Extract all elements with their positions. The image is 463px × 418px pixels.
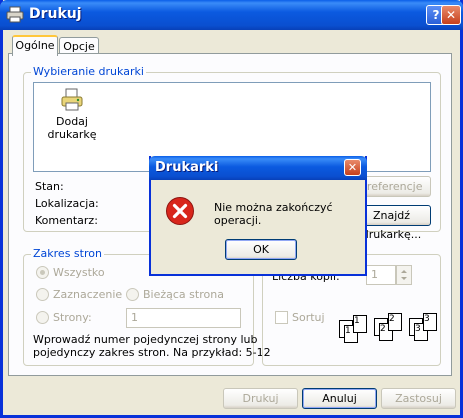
add-printer-item[interactable]: Dodaj drukarkę xyxy=(46,88,98,141)
close-button[interactable]: ✕ xyxy=(441,5,461,25)
selection-label: Zaznaczenie xyxy=(53,288,123,301)
error-icon xyxy=(166,197,194,225)
current-page-radio[interactable] xyxy=(126,288,139,301)
printer-select-group-label: Wybieranie drukarki xyxy=(31,65,146,78)
error-message: Nie można zakończyć operacji. xyxy=(214,201,333,227)
page-range-hint-2: pojedynczy zakres stron. Na przykład: 5-… xyxy=(33,346,271,359)
error-dialog-close-button[interactable]: ✕ xyxy=(344,159,361,176)
error-dialog: Drukarki ✕ Nie można zakończyć operacji.… xyxy=(149,156,367,276)
cancel-button[interactable]: Anuluj xyxy=(302,388,377,409)
print-button[interactable]: Drukuj xyxy=(223,388,298,409)
page-icon: 1 xyxy=(353,315,367,333)
add-printer-icon xyxy=(61,88,83,111)
copies-input[interactable]: 1 xyxy=(366,265,396,285)
selection-radio[interactable] xyxy=(36,288,49,301)
page-range-hint-1: Wprowadź numer pojedynczej strony lub xyxy=(33,333,258,346)
page-icon: 2 xyxy=(388,313,402,331)
add-printer-label-1: Dodaj xyxy=(56,115,88,128)
error-dialog-title: Drukarki xyxy=(155,160,219,175)
pages-input[interactable]: 1 xyxy=(126,308,241,328)
all-pages-label: Wszystko xyxy=(53,266,105,279)
collate-checkbox[interactable] xyxy=(275,311,288,324)
ok-button[interactable]: OK xyxy=(225,239,297,260)
status-label: Stan: xyxy=(35,180,64,193)
page-range-group-label: Zakres stron xyxy=(31,247,104,260)
spinner-arrows-icon xyxy=(401,270,407,280)
collate-label: Sortuj xyxy=(292,311,325,324)
pages-radio[interactable] xyxy=(36,311,49,324)
apply-button[interactable]: Zastosuj xyxy=(381,388,456,409)
error-dialog-title-bar[interactable]: Drukarki ✕ xyxy=(149,156,367,180)
pages-label: Strony: xyxy=(53,311,92,324)
location-label: Lokalizacja: xyxy=(35,197,99,210)
add-printer-label-2: drukarkę xyxy=(47,128,97,141)
window-title: Drukuj xyxy=(29,6,82,22)
page-icon: 3 xyxy=(423,313,437,331)
comment-label: Komentarz: xyxy=(35,214,98,227)
all-pages-radio[interactable] xyxy=(36,266,49,279)
printer-icon xyxy=(6,6,24,23)
title-bar[interactable]: Drukuj ? ✕ xyxy=(0,0,463,30)
tab-general[interactable]: Ogólne xyxy=(12,35,58,56)
current-page-label: Bieżąca strona xyxy=(143,288,224,301)
copies-spinner[interactable] xyxy=(396,265,412,285)
